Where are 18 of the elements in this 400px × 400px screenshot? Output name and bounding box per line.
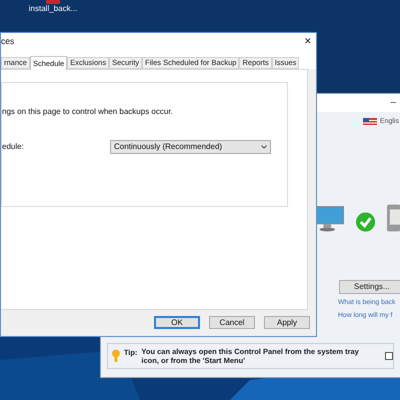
icon-label[interactable]: install_back... [28,5,78,13]
flag-icon [362,118,377,126]
field-label: edule: [2,141,25,153]
window-title: ces [1,34,14,48]
checkbox[interactable] [385,352,393,360]
description-text: ngs on this page to control when backups occur. [2,106,174,118]
dialog-button[interactable]: Apply [264,316,310,329]
checkmark-icon [356,212,375,232]
chevron-down-icon [261,145,267,149]
dialog-button[interactable]: Cancel [209,316,255,329]
lightbulb-icon [112,349,120,363]
schedule-dropdown[interactable]: Continuously (Recommended) [110,140,271,154]
dropdown-value: Continuously (Recommended) [114,141,222,153]
minimize-button[interactable]: – [390,98,396,108]
dialog-button[interactable]: OK [154,316,200,329]
drive-icon [386,204,400,232]
close-button[interactable]: ✕ [304,36,312,46]
settings-button[interactable]: Settings... [339,280,400,294]
